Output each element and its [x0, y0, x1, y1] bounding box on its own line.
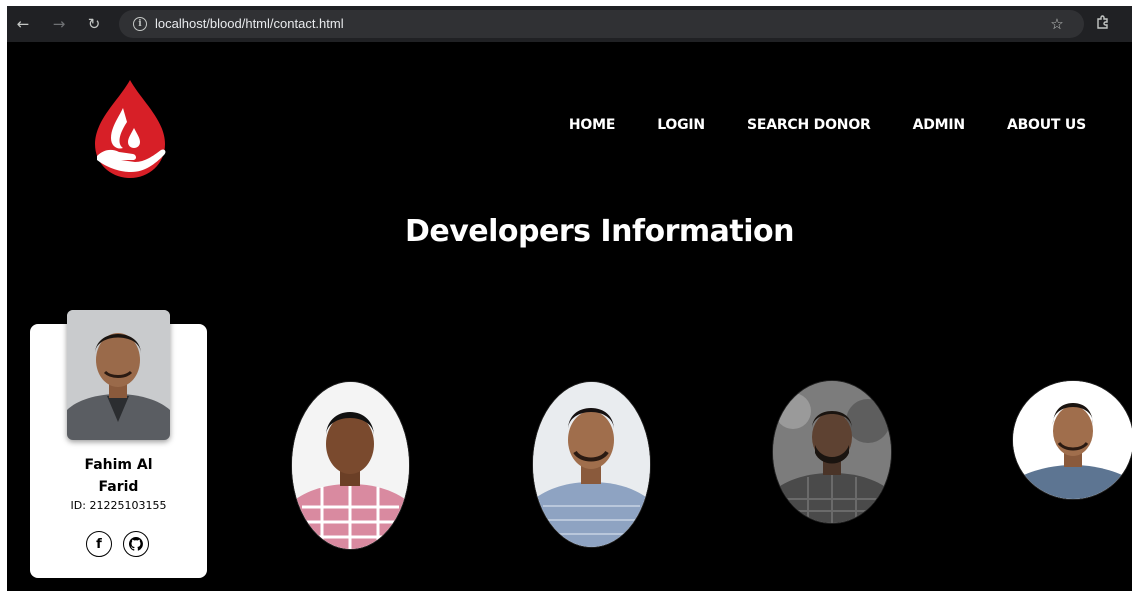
facebook-icon[interactable]: f: [86, 531, 112, 557]
arrow-left-icon[interactable]: ←: [13, 14, 33, 34]
url-text[interactable]: localhost/blood/html/contact.html: [155, 15, 344, 33]
blood-drop-logo[interactable]: [89, 78, 171, 180]
page-title: Developers Information: [404, 214, 795, 249]
address-bar[interactable]: i localhost/blood/html/contact.html: [119, 10, 1084, 38]
nav-home-link[interactable]: HOME: [569, 117, 616, 133]
reload-icon[interactable]: ↻: [84, 14, 104, 34]
arrow-right-icon[interactable]: →: [49, 14, 69, 34]
developer-name: Fahim Al Farid: [84, 457, 153, 495]
browser-toolbar: ← → ↻ i localhost/blood/html/contact.htm…: [7, 6, 1132, 42]
developer-photo: [67, 310, 170, 440]
nav-search-donor-link[interactable]: SEARCH DONOR: [747, 117, 871, 133]
main-nav: HOME LOGIN SEARCH DONOR ADMIN ABOUT US: [527, 117, 1086, 133]
nav-about-us-link[interactable]: ABOUT US: [1007, 117, 1086, 133]
page-body: HOME LOGIN SEARCH DONOR ADMIN ABOUT US D…: [7, 42, 1132, 591]
github-icon[interactable]: [123, 531, 149, 557]
developer-photo-2[interactable]: [291, 381, 410, 550]
info-icon[interactable]: i: [133, 17, 147, 31]
nav-admin-link[interactable]: ADMIN: [913, 117, 966, 133]
developer-photo-5[interactable]: [1012, 380, 1132, 500]
developer-photo-3[interactable]: [532, 381, 651, 548]
nav-login-link[interactable]: LOGIN: [657, 117, 705, 133]
puzzle-icon[interactable]: [1093, 14, 1113, 34]
developer-photo-4[interactable]: [772, 380, 892, 524]
developer-id: ID: 21225103155: [70, 499, 167, 512]
star-icon[interactable]: ☆: [1047, 14, 1067, 34]
